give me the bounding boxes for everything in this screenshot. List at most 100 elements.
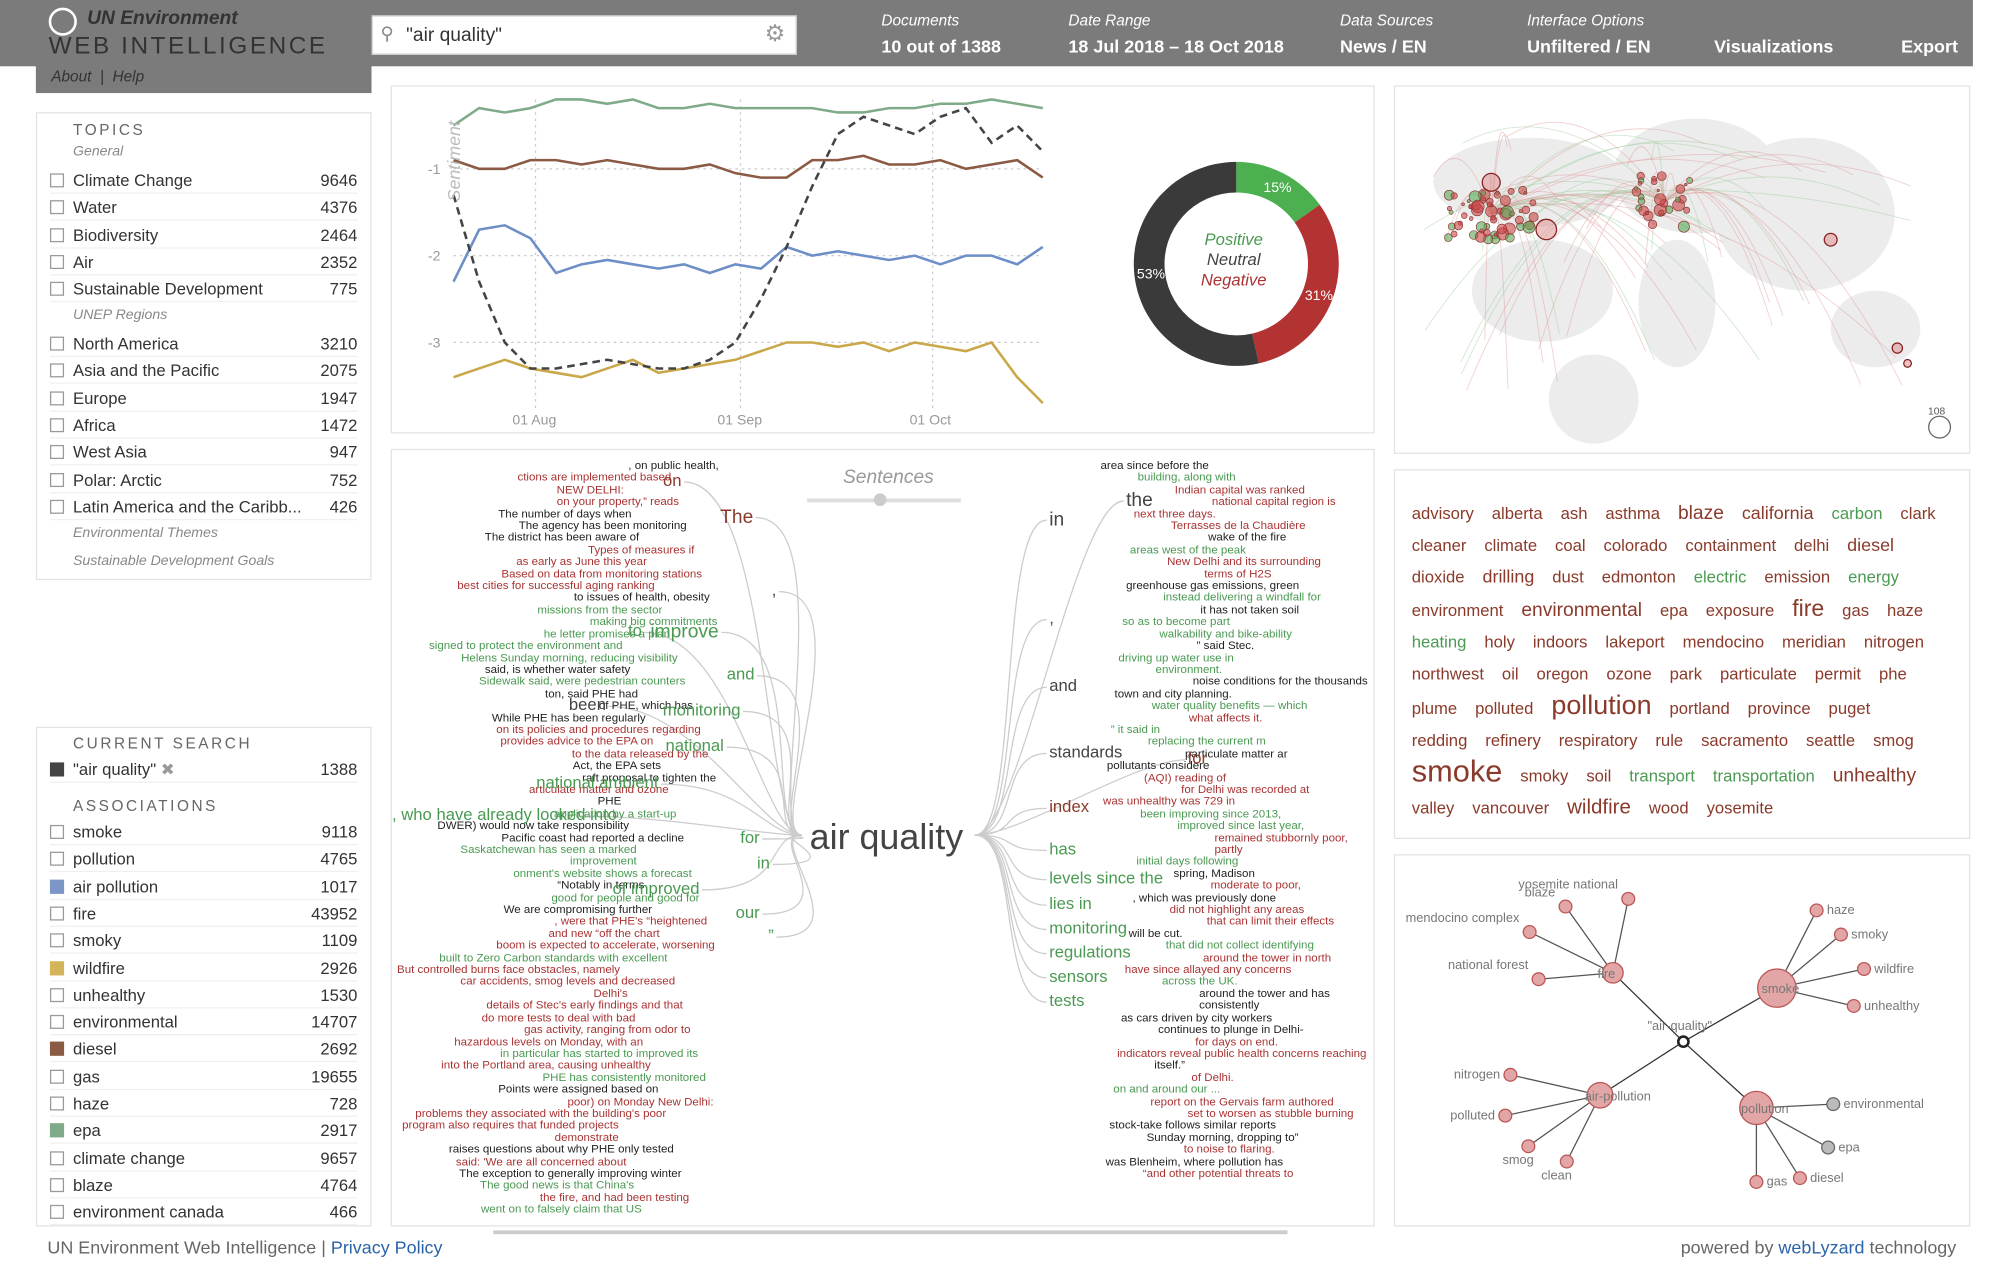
map-marker[interactable] [1461, 202, 1465, 206]
tag-oregon[interactable]: oregon [1537, 658, 1589, 690]
checkbox[interactable] [49, 1150, 65, 1165]
tag-wood[interactable]: wood [1649, 792, 1689, 824]
sentiment-series-2[interactable] [452, 223, 1044, 283]
checkbox[interactable] [49, 254, 65, 269]
checkbox[interactable] [49, 824, 65, 839]
topic-row[interactable]: smoky 1109 [49, 927, 358, 954]
tag-asthma[interactable]: asthma [1605, 497, 1660, 529]
tag-northwest[interactable]: northwest [1412, 658, 1484, 690]
word-tree-scrollbar[interactable] [493, 1230, 1288, 1235]
topic-row[interactable]: Polar: Arctic 752 [49, 466, 358, 493]
tag-energy[interactable]: energy [1848, 561, 1899, 593]
tag-province[interactable]: province [1748, 692, 1811, 724]
map-marker[interactable] [1493, 191, 1501, 199]
graph-leaf-node[interactable] [1531, 972, 1546, 987]
date-range-selector[interactable]: Date Range 18 Jul 2018 – 18 Oct 2018 [1068, 11, 1283, 56]
checkbox[interactable] [49, 1096, 65, 1111]
tag-smoky[interactable]: smoky [1520, 760, 1568, 792]
tag-haze[interactable]: haze [1887, 594, 1923, 626]
graph-leaf-node[interactable] [1498, 1108, 1513, 1123]
interface-options-selector[interactable]: Interface Options Unfiltered / EN [1527, 11, 1651, 56]
map-marker[interactable] [1522, 220, 1536, 234]
tag-edmonton[interactable]: edmonton [1602, 561, 1676, 593]
tag-nitrogen[interactable]: nitrogen [1864, 626, 1924, 658]
tag-unhealthy[interactable]: unhealthy [1833, 760, 1916, 792]
checkbox[interactable] [49, 472, 65, 487]
map-marker[interactable] [1518, 209, 1523, 214]
world-map[interactable] [1395, 87, 1971, 455]
checkbox[interactable] [49, 1042, 65, 1057]
graph-leaf-node[interactable] [1559, 1154, 1574, 1169]
topic-row[interactable]: West Asia 947 [49, 439, 358, 466]
checkbox[interactable] [49, 1015, 65, 1030]
tag-exposure[interactable]: exposure [1706, 594, 1775, 626]
map-marker[interactable] [1507, 187, 1515, 195]
topic-row[interactable]: Africa 1472 [49, 412, 358, 439]
sentiment-series-1[interactable] [453, 154, 1044, 179]
map-marker[interactable] [1528, 212, 1539, 222]
context-snippet[interactable]: pollutants considere [1049, 759, 1373, 772]
checkbox[interactable] [49, 933, 65, 948]
map-marker[interactable] [1891, 342, 1904, 354]
map-marker[interactable] [1675, 196, 1681, 203]
map-marker[interactable] [1515, 215, 1524, 225]
map-marker[interactable] [1686, 177, 1694, 184]
tag-oil[interactable]: oil [1502, 658, 1519, 690]
tag-environment[interactable]: environment [1412, 594, 1504, 626]
tree-right-word[interactable]: tests [1049, 991, 1084, 1010]
map-marker[interactable] [1485, 205, 1498, 218]
map-marker[interactable] [1505, 233, 1515, 243]
context-snippet[interactable]: ” said Stec. [1049, 639, 1373, 652]
graph-leaf-node[interactable] [1621, 891, 1636, 906]
topic-row[interactable]: Biodiversity 2464 [49, 221, 358, 249]
remove-icon[interactable]: ✖ [161, 760, 175, 779]
tag-wildfire[interactable]: wildfire [1567, 792, 1631, 824]
tag-electric[interactable]: electric [1694, 561, 1747, 593]
tag-pollution[interactable]: pollution [1551, 690, 1651, 722]
tag-portland[interactable]: portland [1670, 692, 1730, 724]
tag-transport[interactable]: transport [1629, 760, 1695, 792]
tree-right-word[interactable]: in [1049, 509, 1064, 531]
map-marker[interactable] [1461, 212, 1468, 219]
tag-puget[interactable]: puget [1829, 692, 1871, 724]
map-marker[interactable] [1683, 206, 1691, 214]
legend-neutral[interactable]: Neutral [1180, 250, 1288, 270]
tag-ash[interactable]: ash [1561, 497, 1588, 529]
checkbox[interactable] [49, 1177, 65, 1192]
map-marker[interactable] [1654, 193, 1667, 206]
tag-environmental[interactable]: environmental [1521, 594, 1642, 626]
tag-particulate[interactable]: particulate [1720, 658, 1797, 690]
graph-leaf-node[interactable] [1558, 899, 1573, 914]
help-link[interactable]: Help [113, 68, 145, 86]
export-button[interactable]: Export [1901, 36, 1958, 56]
map-marker[interactable] [1468, 216, 1474, 221]
keyword-graph[interactable]: fireblazeyosemite nationalmendocino comp… [1395, 856, 1971, 1228]
context-snippet[interactable]: remained stubbornly poor, partly [1049, 831, 1373, 856]
checkbox[interactable] [49, 1205, 65, 1220]
map-marker[interactable] [1499, 195, 1511, 206]
tag-mendocino[interactable]: mendocino [1683, 626, 1764, 658]
tree-left-word[interactable]: on [392, 470, 682, 489]
context-snippet[interactable]: program also requires that funded projec… [392, 1119, 619, 1144]
current-search-row[interactable]: "air quality" ✖ 1388 [49, 756, 358, 783]
topic-row[interactable]: wildfire 2926 [49, 954, 358, 982]
search-icon[interactable]: ⚲ [380, 23, 393, 45]
map-marker[interactable] [1490, 215, 1496, 221]
map-marker[interactable] [1644, 210, 1650, 216]
tree-left-word[interactable]: for [392, 827, 759, 846]
tag-plume[interactable]: plume [1412, 692, 1457, 724]
tag-smog[interactable]: smog [1873, 724, 1914, 756]
topic-row[interactable]: diesel 2692 [49, 1036, 358, 1063]
map-marker[interactable] [1448, 209, 1454, 215]
map-marker[interactable] [1633, 186, 1639, 191]
map-marker[interactable] [1450, 230, 1458, 238]
tag-refinery[interactable]: refinery [1485, 724, 1541, 756]
tag-containment[interactable]: containment [1685, 529, 1776, 561]
checkbox[interactable] [49, 960, 65, 975]
topic-row[interactable]: haze 728 [49, 1090, 358, 1117]
tag-permit[interactable]: permit [1815, 658, 1861, 690]
map-marker[interactable] [1535, 218, 1558, 241]
topic-row[interactable]: Europe 1947 [49, 385, 358, 412]
tree-left-word[interactable]: monitoring [392, 700, 741, 719]
tree-left-word[interactable]: national ambient [392, 773, 658, 792]
